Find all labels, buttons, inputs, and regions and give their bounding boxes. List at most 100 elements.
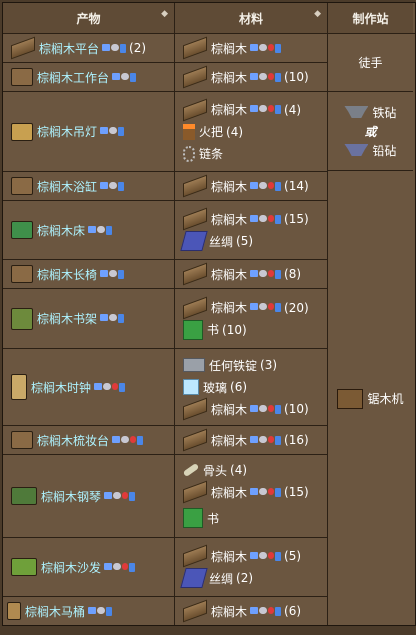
- product-link[interactable]: 棕榈木吊灯: [11, 122, 125, 141]
- material-item[interactable]: 棕榈木 (4): [183, 98, 301, 121]
- palm-wood-bathtub-icon: [11, 177, 33, 195]
- material-item[interactable]: 棕榈木: [183, 36, 282, 60]
- material-count: (5): [236, 234, 254, 248]
- materials-cell: 棕榈木 (20) 书 (10): [175, 289, 328, 348]
- material-name: 丝绸: [209, 234, 234, 249]
- product-link[interactable]: 棕榈木浴缸: [11, 177, 125, 195]
- material-item[interactable]: 链条: [183, 143, 223, 165]
- material-item[interactable]: 任何铁锭 (3): [183, 354, 277, 376]
- platform-icons: [88, 606, 113, 616]
- product-link[interactable]: 棕榈木梳妆台: [11, 431, 144, 449]
- product-link[interactable]: 棕榈木沙发: [11, 558, 136, 576]
- material-name: 书: [207, 323, 220, 337]
- product-cell: 棕榈木钢琴: [3, 455, 175, 537]
- material-name: 棕榈木: [211, 41, 248, 56]
- palm-wood-toilet-icon: [7, 602, 21, 620]
- palm-wood-icon: [183, 98, 207, 121]
- platform-icons: [250, 269, 282, 279]
- header-materials[interactable]: 材料 ◆: [175, 3, 328, 33]
- header-product[interactable]: 产物 ◆: [3, 3, 175, 33]
- product-link[interactable]: 棕榈木床: [11, 221, 113, 239]
- material-item[interactable]: 棕榈木 (14): [183, 174, 309, 198]
- platform-icons: [250, 303, 282, 312]
- station-iron-anvil[interactable]: 铁砧: [344, 104, 397, 121]
- product-cell: 棕榈木梳妆台: [3, 426, 175, 454]
- platform-icons: [250, 43, 282, 53]
- station-cell: 铁砧 或 铅砧: [328, 92, 413, 171]
- iron-anvil-icon: [344, 106, 369, 118]
- palm-wood-icon: [183, 65, 207, 89]
- material-count: (6): [284, 604, 302, 618]
- torch-icon: [183, 123, 195, 140]
- material-count: (10): [284, 402, 309, 416]
- material-item[interactable]: 棕榈木 (10): [183, 397, 309, 421]
- material-item[interactable]: 书: [183, 503, 219, 533]
- material-item[interactable]: 丝绸 (2): [180, 567, 253, 589]
- platform-icons: [94, 382, 126, 392]
- lead-anvil-icon: [344, 144, 369, 156]
- material-item[interactable]: 棕榈木 (5): [183, 544, 301, 568]
- palm-wood-icon: [183, 544, 207, 568]
- platform-icons: [100, 181, 125, 191]
- material-item[interactable]: 丝绸 (5): [180, 230, 254, 252]
- materials-cell: 棕榈木 (14): [175, 172, 328, 200]
- material-item[interactable]: 棕榈木 (8): [183, 262, 301, 286]
- product-cell: 棕榈木浴缸: [3, 172, 175, 200]
- material-item[interactable]: 玻璃 (6): [183, 376, 247, 398]
- material-item[interactable]: 棕榈木 (10): [183, 65, 309, 89]
- product-count: (2): [129, 41, 147, 55]
- table-row: 棕榈木书架 棕榈木 (20) 书 (10): [3, 289, 328, 349]
- materials-cell: 棕榈木 (10): [175, 63, 328, 91]
- material-item[interactable]: 骨头 (4): [182, 459, 247, 481]
- product-link[interactable]: 棕榈木钢琴: [11, 487, 136, 505]
- materials-cell: 棕榈木 (6): [175, 597, 328, 625]
- product-name: 棕榈木钢琴: [41, 489, 102, 504]
- table-row: 棕榈木沙发 棕榈木 (5) 丝绸 (2): [3, 538, 328, 597]
- station-bare-hands[interactable]: 徒手: [358, 54, 382, 71]
- palm-wood-platform-icon: [11, 36, 35, 60]
- product-link[interactable]: 棕榈木平台 (2): [11, 36, 147, 60]
- material-item[interactable]: 棕榈木 (6): [183, 599, 302, 623]
- materials-cell: 骨头 (4) 棕榈木 (15) 书: [175, 455, 328, 537]
- platform-icons: [100, 127, 125, 136]
- material-item[interactable]: 棕榈木 (20): [183, 296, 309, 319]
- platform-icons: [100, 269, 125, 279]
- material-item[interactable]: 棕榈木 (16): [183, 428, 309, 452]
- iron-bar-icon: [183, 358, 205, 372]
- material-count: (10): [284, 70, 309, 84]
- material-name: 丝绸: [209, 571, 234, 586]
- material-item[interactable]: 棕榈木 (15): [183, 480, 309, 504]
- material-name: 棕榈木: [211, 267, 248, 282]
- product-link[interactable]: 棕榈木工作台: [11, 68, 137, 86]
- header-product-label: 产物: [76, 11, 101, 26]
- material-item[interactable]: 书 (10): [183, 319, 247, 341]
- palm-wood-bed-icon: [11, 221, 33, 239]
- palm-wood-clock-icon: [11, 374, 27, 400]
- station-label: 锯木机: [367, 392, 404, 406]
- material-count: (10): [222, 322, 247, 337]
- material-name: 棕榈木: [211, 70, 248, 85]
- palm-wood-icon: [183, 207, 207, 231]
- product-link[interactable]: 棕榈木书架: [11, 307, 125, 330]
- platform-icons: [250, 214, 282, 224]
- table-row: 棕榈木床 棕榈木 (15) 丝绸 (5): [3, 201, 328, 260]
- platform-icons: [250, 105, 282, 114]
- product-link[interactable]: 棕榈木长椅: [11, 265, 125, 283]
- palm-wood-icon: [183, 36, 207, 60]
- header-station: 制作站: [328, 3, 413, 33]
- product-link[interactable]: 棕榈木马桶: [7, 602, 113, 620]
- palm-wood-icon: [183, 262, 207, 286]
- material-item[interactable]: 火把 (4): [183, 121, 243, 143]
- platform-icons: [102, 43, 127, 53]
- palm-wood-dresser-icon: [11, 431, 33, 449]
- product-name: 棕榈木浴缸: [37, 179, 98, 194]
- material-count: (6): [230, 380, 248, 394]
- header-station-label: 制作站: [352, 11, 389, 26]
- product-name: 棕榈木梳妆台: [37, 433, 110, 448]
- product-link[interactable]: 棕榈木时钟: [11, 374, 126, 400]
- materials-cell: 棕榈木 (15) 丝绸 (5): [175, 201, 328, 259]
- station-sawmill[interactable]: 锯木机: [337, 388, 404, 409]
- station-lead-anvil[interactable]: 铅砧: [344, 142, 397, 159]
- palm-wood-workbench-icon: [11, 68, 33, 86]
- material-item[interactable]: 棕榈木 (15): [183, 207, 309, 231]
